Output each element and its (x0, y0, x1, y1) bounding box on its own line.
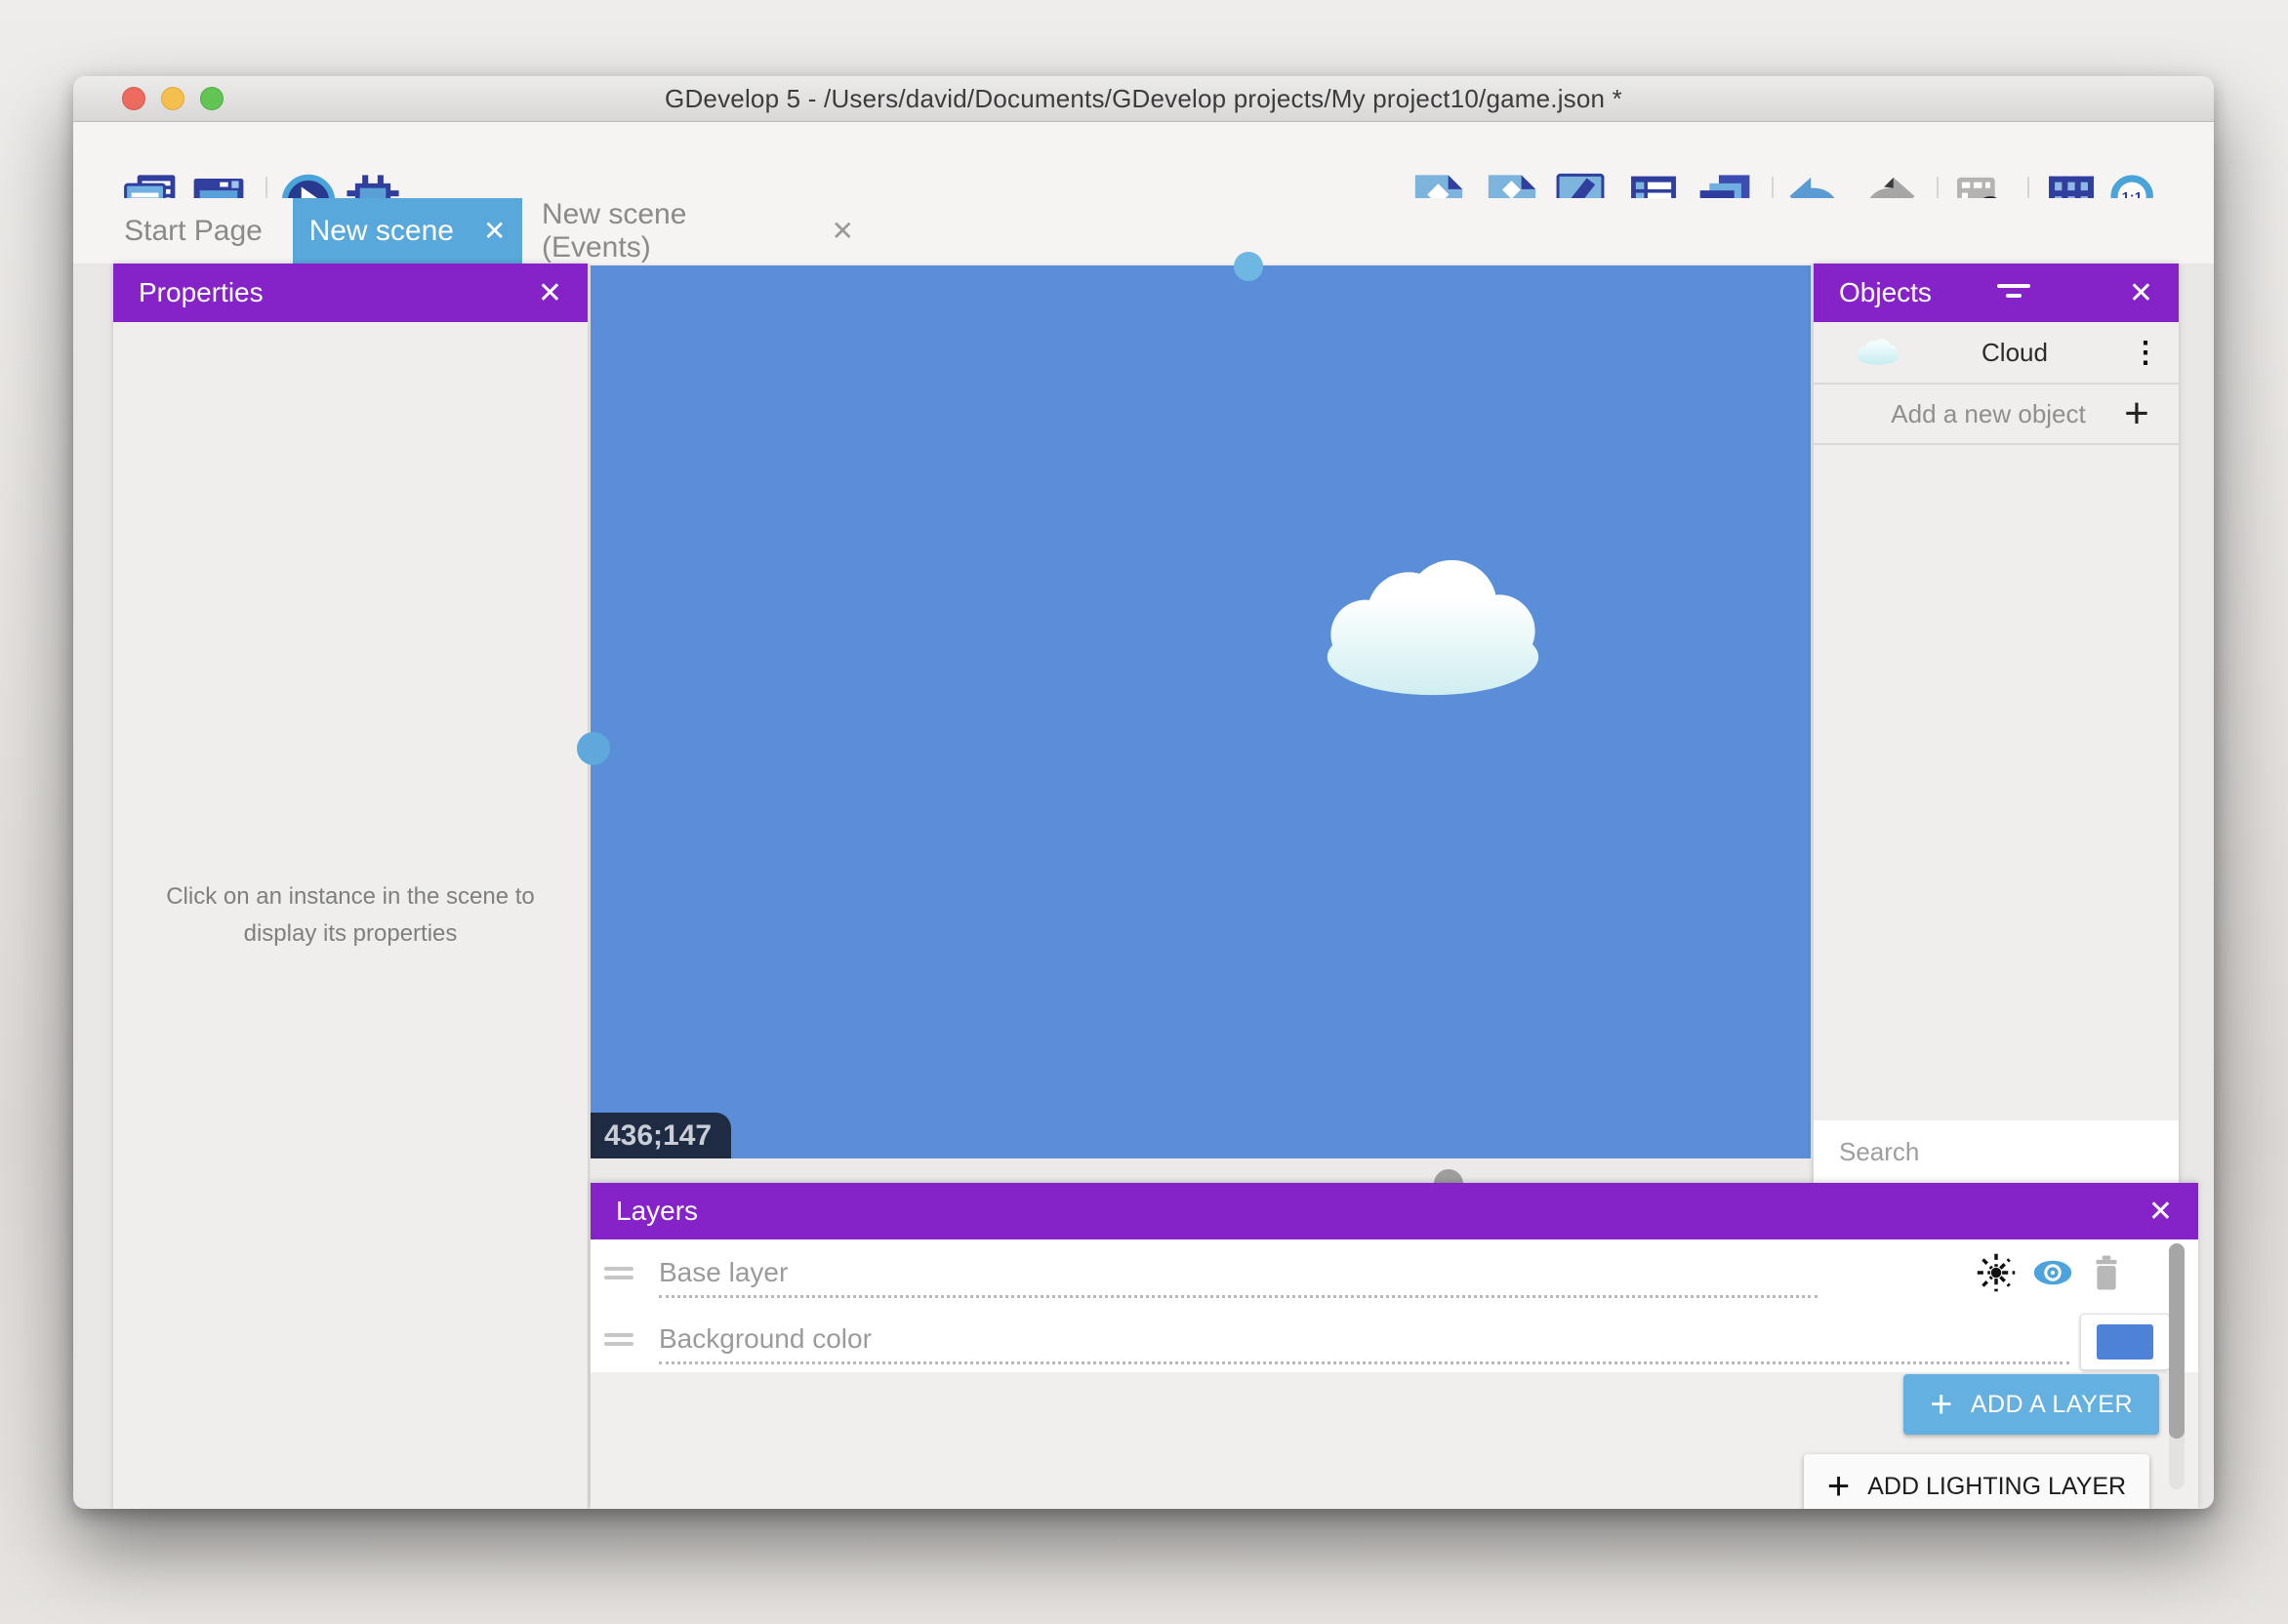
scene-editor: 436;147 (591, 264, 1811, 1183)
search-input[interactable] (1814, 1137, 2166, 1167)
object-search-row (1814, 1120, 2179, 1183)
cloud-thumbnail (1853, 337, 1903, 368)
close-window-button[interactable] (122, 87, 145, 110)
layer-row-background-color: Background color (591, 1306, 2198, 1372)
cursor-coordinates-badge: 436;147 (591, 1113, 731, 1158)
close-panel-icon[interactable]: ✕ (2129, 276, 2153, 310)
add-layer-label: ADD A LAYER (1971, 1391, 2133, 1419)
scene-canvas[interactable]: 436;147 (591, 265, 1811, 1158)
properties-panel: Properties ✕ Click on an instance in the… (113, 264, 588, 1509)
drag-handle-icon[interactable] (604, 1328, 633, 1351)
layers-scrollbar (2169, 1243, 2185, 1489)
tab-label: New scene (309, 215, 454, 248)
resize-handle-top[interactable] (1234, 252, 1263, 281)
scrollbar-thumb[interactable] (2169, 1243, 2185, 1439)
object-menu-icon[interactable]: ⋮ (2126, 336, 2165, 370)
traffic-lights (122, 87, 224, 110)
object-name: Cloud (1903, 338, 2126, 368)
layers-panel: Layers ✕ Base layer Bac (591, 1183, 2198, 1509)
properties-hint: Click on an instance in the scene to dis… (113, 878, 588, 954)
visibility-eye-icon[interactable] (2032, 1252, 2073, 1293)
layer-name-field[interactable] (659, 1316, 2069, 1364)
add-new-object-label: Add a new object (1814, 399, 2114, 429)
tab-start-page[interactable]: Start Page (105, 198, 281, 264)
add-lighting-layer-label: ADD LIGHTING LAYER (1867, 1473, 2126, 1501)
tab-bar: Start Page New scene ✕ New scene (Events… (73, 198, 2214, 264)
close-tab-icon[interactable]: ✕ (832, 218, 854, 245)
window-title: GDevelop 5 - /Users/david/Documents/GDev… (665, 84, 1622, 114)
plus-icon: + (1930, 1385, 1953, 1424)
objects-title: Objects (1839, 277, 1932, 308)
tab-new-scene[interactable]: New scene ✕ (293, 198, 522, 264)
add-layer-button[interactable]: + ADD A LAYER (1903, 1374, 2159, 1435)
gdevelop-window: GDevelop 5 - /Users/david/Documents/GDev… (73, 76, 2214, 1509)
close-tab-icon[interactable]: ✕ (483, 218, 506, 245)
properties-title: Properties (139, 277, 264, 308)
tab-label: Start Page (124, 215, 263, 248)
object-list-item[interactable]: Cloud ⋮ (1814, 322, 2179, 385)
close-panel-icon[interactable]: ✕ (2148, 1195, 2173, 1229)
layer-name-field[interactable] (659, 1249, 1818, 1298)
tab-label: New scene (Events) (542, 198, 802, 264)
maximize-window-button[interactable] (200, 87, 224, 110)
toolbar: 1:1 (73, 122, 2214, 198)
layers-header: Layers ✕ (591, 1183, 2198, 1239)
title-bar: GDevelop 5 - /Users/david/Documents/GDev… (73, 76, 2214, 122)
tab-new-scene-events[interactable]: New scene (Events) ✕ (542, 198, 854, 264)
objects-panel: Objects ✕ (1814, 264, 2179, 1183)
plus-icon: + (2114, 392, 2159, 435)
lighting-icon[interactable] (1976, 1252, 2017, 1293)
plus-icon: + (1827, 1467, 1850, 1506)
resize-handle-left[interactable] (577, 732, 610, 765)
close-panel-icon[interactable]: ✕ (538, 276, 562, 310)
objects-header: Objects ✕ (1814, 264, 2179, 322)
filter-icon[interactable] (1997, 282, 2030, 304)
minimize-window-button[interactable] (161, 87, 184, 110)
drag-handle-icon[interactable] (604, 1262, 633, 1284)
add-lighting-layer-button[interactable]: + ADD LIGHTING LAYER (1804, 1454, 2149, 1509)
properties-header: Properties ✕ (113, 264, 588, 322)
trash-icon[interactable] (2086, 1252, 2127, 1293)
cloud-instance[interactable] (1303, 551, 1563, 700)
color-swatch (2097, 1324, 2153, 1360)
add-new-object-row[interactable]: Add a new object + (1814, 385, 2179, 445)
layers-title: Layers (616, 1196, 698, 1227)
layer-row-base: Base layer (591, 1239, 2198, 1306)
desktop-background: GDevelop 5 - /Users/david/Documents/GDev… (0, 0, 2288, 1624)
background-color-picker[interactable] (2080, 1314, 2170, 1370)
